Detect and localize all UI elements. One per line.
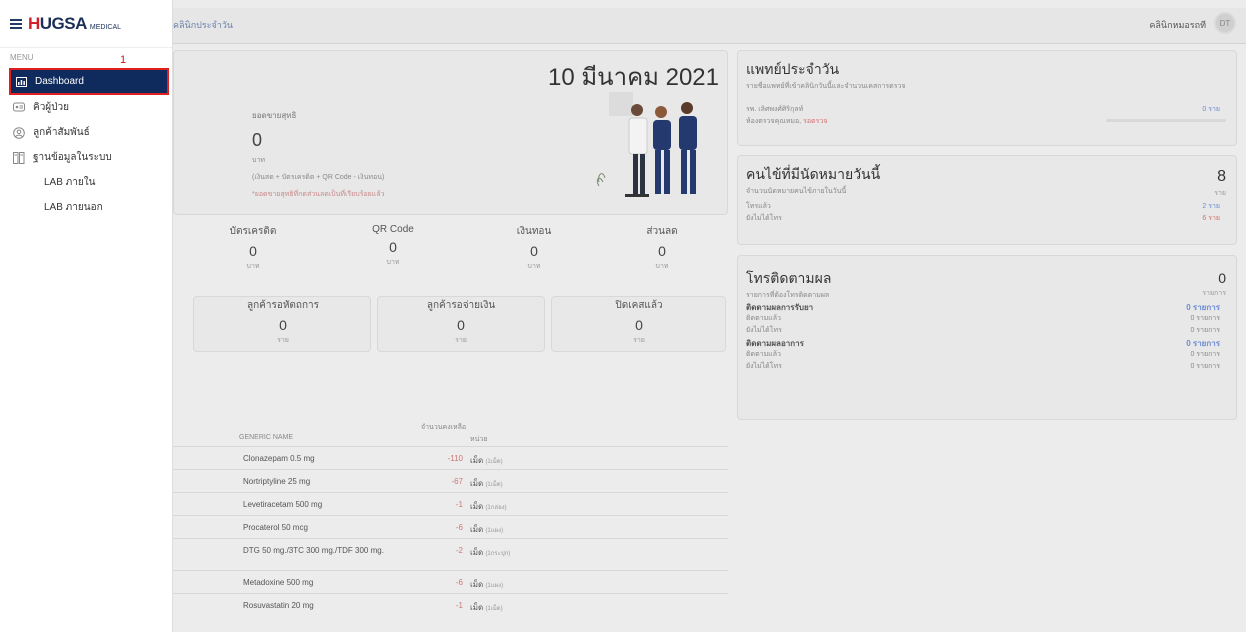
top-bar: คลินิกประจำวัน คลินิกหมอรถที DT — [173, 8, 1246, 44]
followup-total-unit: รายการ — [1202, 290, 1226, 297]
stock-table: GENERIC NAME จำนวนคงเหลือ หน่วย Clonazep… — [173, 420, 728, 616]
hamburger-menu-icon[interactable] — [10, 18, 22, 29]
followup-symptom-row[interactable]: ติดตามผลอาการ 0 รายการ — [746, 337, 1228, 349]
queue-icon — [13, 102, 25, 114]
dashboard-chart-icon — [15, 76, 27, 88]
followup-medication-pending-row: ยังไม่ได้โทร 0 รายการ — [746, 327, 1220, 334]
stat-waiting-procedure: ลูกค้ารอหัตถการ 0 ราย — [246, 300, 320, 344]
stat-waiting-payment: ลูกค้ารอจ่ายเงิน 0 ราย — [426, 300, 496, 344]
sidebar-item-lab-external[interactable]: LAB ภายนอก — [0, 195, 172, 220]
sidebar-item-label: LAB ภายใน — [44, 177, 96, 188]
sidebar-item-label: LAB ภายนอก — [44, 202, 103, 213]
col-unit: หน่วย — [470, 436, 488, 443]
table-row[interactable]: Procaterol 50 mcg -6 เม็ด (1แผง) — [173, 515, 728, 538]
brand-logo-sub: MEDICAL — [89, 23, 122, 31]
stat-qr-code: QR Code 0 บาท — [372, 224, 414, 266]
sidebar-item-patient-queue[interactable]: คิวผู้ป่วย — [0, 95, 172, 120]
table-row[interactable]: Metadoxine 500 mg -6 เม็ด (1แผง) — [173, 570, 728, 593]
menu-header: MENU 1 — [0, 48, 172, 68]
sidebar-item-label: ลูกค้าสัมพันธ์ — [33, 127, 90, 138]
clinic-user-name[interactable]: คลินิกหมอรถที — [1149, 18, 1206, 32]
followup-title: โทรติดตามผล — [746, 270, 832, 286]
sidebar: HUGSA MEDICAL MENU 1 Dashboard คิวผู้ป่ว… — [0, 0, 173, 632]
doctor-panel-subtitle: รายชื่อแพทย์ที่เข้าคลินิกวันนี้และจำนวนเ… — [746, 83, 906, 90]
appointments-panel: คนไข้ที่มีนัดหมายวันนี้ จำนวนนัดหมายคนไข… — [737, 155, 1237, 245]
doctor-row[interactable]: รพ. เลิศพงศ์ศิริกุลท์ 0 ราย — [746, 104, 1228, 116]
stat-change: เงินทอน 0 บาท — [516, 226, 552, 270]
appointments-total-unit: ราย — [1214, 190, 1226, 197]
followup-subtitle: รายการที่ต้องโทรติดตามผล — [746, 292, 830, 299]
followup-medication-row[interactable]: ติดตามผลการรับยา 0 รายการ — [746, 301, 1228, 313]
main-content: คลินิกประจำวัน คลินิกหมอรถที DT 10 มีนาค… — [173, 0, 1246, 632]
doctor-room-row: ห้องตรวจคุณหมอ, รอตรวจ — [746, 118, 828, 125]
sidebar-item-label: คิวผู้ป่วย — [33, 102, 69, 113]
followup-panel: โทรติดตามผล รายการที่ต้องโทรติดตามผล 0 ร… — [737, 255, 1237, 420]
appointments-title: คนไข้ที่มีนัดหมายวันนี้ — [746, 166, 881, 182]
doctors-illustration — [596, 92, 697, 197]
sidebar-item-crm[interactable]: ลูกค้าสัมพันธ์ — [0, 120, 172, 145]
net-sales-value: 0 — [252, 130, 263, 150]
net-sales-label: ยอดขายสุทธิ — [252, 111, 297, 120]
table-row[interactable]: Clonazepam 0.5 mg -110 เม็ด (1เม็ด) — [173, 446, 728, 469]
appointments-not-called-row[interactable]: ยังไม่ได้โทร 6 ราย — [746, 213, 1228, 225]
followup-symptom-done-row: ติดตามแล้ว 0 รายการ — [746, 351, 1220, 358]
appointments-total: 8 — [1217, 168, 1226, 185]
sidebar-item-lab-internal[interactable]: LAB ภายใน — [0, 170, 172, 195]
followup-total: 0 — [1218, 270, 1226, 286]
sidebar-item-dashboard[interactable]: Dashboard — [9, 68, 169, 95]
table-row[interactable]: Rosuvastatin 20 mg -1 เม็ด (1เม็ด) — [173, 593, 728, 616]
table-row[interactable]: DTG 50 mg./3TC 300 mg./TDF 300 mg. -2 เม… — [173, 538, 728, 570]
doctor-of-the-day-panel: แพทย์ประจำวัน รายชื่อแพทย์ที่เข้าคลินิกว… — [737, 50, 1237, 146]
appointments-subtitle: จำนวนนัดหมายคนไข้ภายในวันนี้ — [746, 188, 847, 195]
database-icon — [13, 151, 25, 164]
user-circle-icon — [13, 126, 25, 139]
stat-discount: ส่วนลด 0 บาท — [646, 226, 678, 270]
doctor-progress-bar — [1106, 119, 1226, 122]
net-sales-formula: (เงินสด + บัตรเครดิต + QR Code - เงินทอน… — [252, 174, 385, 181]
followup-medication-done-row: ติดตามแล้ว 0 รายการ — [746, 315, 1220, 322]
sidebar-header: HUGSA MEDICAL — [0, 0, 172, 48]
sidebar-item-label: ฐานข้อมูลในระบบ — [33, 152, 112, 163]
doctor-panel-title: แพทย์ประจำวัน — [746, 61, 840, 77]
followup-symptom-pending-row: ยังไม่ได้โทร 0 รายการ — [746, 363, 1220, 370]
avatar[interactable]: DT — [1214, 12, 1236, 34]
stat-credit-card: บัตรเครดิต 0 บาท — [229, 226, 277, 270]
brand-logo[interactable]: HUGSA MEDICAL — [28, 14, 121, 34]
sidebar-item-label: Dashboard — [35, 76, 84, 87]
net-sales-unit: บาท — [252, 157, 265, 164]
sales-summary-card: 10 มีนาคม 2021 ยอดขายสุทธิ 0 บาท (เงินสด… — [173, 50, 728, 215]
annotation-number: 1 — [120, 54, 127, 66]
table-row[interactable]: Levetiracetam 500 mg -1 เม็ด (1กล่อง) — [173, 492, 728, 515]
col-remaining-qty: จำนวนคงเหลือ — [421, 424, 467, 431]
col-generic-name: GENERIC NAME — [239, 434, 294, 441]
stat-closed-cases: ปิดเคสแล้ว 0 ราย — [615, 300, 663, 344]
net-sales-note: *ยอดขายสุทธิที่กดส่วนลดเป็นที่เรียบร้อยแ… — [252, 191, 385, 198]
sidebar-item-database[interactable]: ฐานข้อมูลในระบบ — [0, 145, 172, 170]
tab-daily-clinic[interactable]: คลินิกประจำวัน — [173, 18, 233, 32]
table-row[interactable]: Nortriptyline 25 mg -67 เม็ด (1เม็ด) — [173, 469, 728, 492]
appointments-called-row[interactable]: โทรแล้ว 2 ราย — [746, 201, 1228, 213]
stock-table-header: GENERIC NAME จำนวนคงเหลือ หน่วย — [173, 420, 728, 446]
